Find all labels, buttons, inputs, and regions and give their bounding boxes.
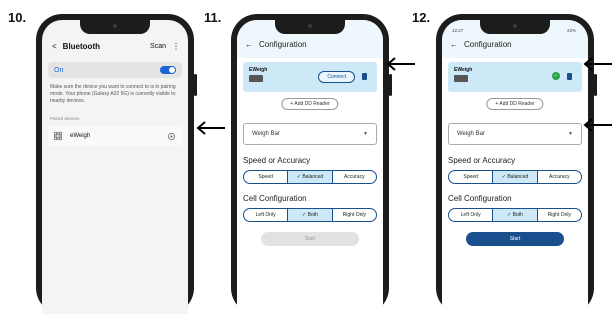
pairing-message: Make sure the device you want to connect… <box>50 84 176 104</box>
left-only-option[interactable]: Left Only <box>244 209 289 221</box>
cell-heading: Cell Configuration <box>243 194 307 203</box>
cell-segmented-control: Left Only ✓ Both Right Only <box>243 208 377 222</box>
right-only-option[interactable]: Right Only <box>538 209 581 221</box>
speed-option[interactable]: Speed <box>244 171 289 183</box>
arrow-left-icon <box>386 57 416 71</box>
bluetooth-on-label: On <box>54 66 64 74</box>
weigh-bar-select[interactable]: Weigh Bar ▼ <box>448 123 582 145</box>
device-card: EWeigh Connect <box>243 62 377 92</box>
chevron-down-icon: ▼ <box>363 131 368 137</box>
paired-devices-label: Paired devices <box>50 116 80 121</box>
back-icon[interactable]: < <box>52 42 57 51</box>
page-title: ← Configuration <box>245 40 307 49</box>
arrow-left-icon <box>583 57 613 71</box>
page-title: ← Configuration <box>450 40 512 49</box>
accuracy-option[interactable]: Accuracy <box>333 171 376 183</box>
left-only-option[interactable]: Left Only <box>449 209 494 221</box>
page-title-text: Configuration <box>259 40 307 49</box>
device-image <box>249 75 263 82</box>
camera-notch <box>480 20 550 34</box>
grid-icon <box>54 132 62 140</box>
bluetooth-header: < Bluetooth Scan ⋮ <box>52 42 180 51</box>
speed-segmented-control: Speed ✓ Balanced Accuracy <box>448 170 582 184</box>
phone-bluetooth: < Bluetooth Scan ⋮ On Make sure the devi… <box>36 14 197 314</box>
balanced-option[interactable]: ✓ Balanced <box>493 171 538 183</box>
status-time: 12:27 <box>452 28 464 33</box>
camera-notch <box>275 20 345 34</box>
trash-icon[interactable] <box>362 73 367 80</box>
start-button[interactable]: Start <box>261 232 359 246</box>
cell-heading: Cell Configuration <box>448 194 512 203</box>
camera-notch <box>80 20 150 34</box>
speed-heading: Speed or Accuracy <box>243 156 311 165</box>
accuracy-option[interactable]: Accuracy <box>538 171 581 183</box>
weigh-bar-select[interactable]: Weigh Bar ▼ <box>243 123 377 145</box>
arrow-left-icon <box>583 118 613 132</box>
gear-icon[interactable] <box>167 132 176 141</box>
more-icon[interactable]: ⋮ <box>172 42 180 51</box>
both-option[interactable]: ✓ Both <box>288 209 333 221</box>
phone-configuration-connect: ← Configuration EWeigh Connect + Add DD … <box>231 14 392 314</box>
add-dd-reader-button[interactable]: + Add DD Reader <box>486 98 544 110</box>
weigh-bar-label: Weigh Bar <box>252 131 280 137</box>
add-dd-reader-button[interactable]: + Add DD Reader <box>281 98 339 110</box>
back-arrow-icon[interactable]: ← <box>245 40 253 49</box>
trash-icon[interactable] <box>567 73 572 80</box>
bluetooth-title: Bluetooth <box>62 42 100 51</box>
weigh-bar-label: Weigh Bar <box>457 131 485 137</box>
right-only-option[interactable]: Right Only <box>333 209 376 221</box>
back-arrow-icon[interactable]: ← <box>450 40 458 49</box>
bluetooth-screen: < Bluetooth Scan ⋮ On Make sure the devi… <box>42 20 188 314</box>
phone-configuration-connected: 12:27 22% ← Configuration EWeigh ✓ + Add… <box>436 14 597 314</box>
cell-segmented-control: Left Only ✓ Both Right Only <box>448 208 582 222</box>
both-option[interactable]: ✓ Both <box>493 209 538 221</box>
balanced-option[interactable]: ✓ Balanced <box>288 171 333 183</box>
paired-device-eweigh[interactable]: eWeigh <box>48 126 182 146</box>
device-card: EWeigh ✓ <box>448 62 582 92</box>
step-label-11: 11. <box>204 10 222 25</box>
configuration-screen: 12:27 22% ← Configuration EWeigh ✓ + Add… <box>442 20 588 314</box>
page-title-text: Configuration <box>464 40 512 49</box>
device-name: EWeigh <box>249 67 268 73</box>
step-label-12: 12. <box>412 10 431 25</box>
start-button[interactable]: Start <box>466 232 564 246</box>
check-icon: ✓ <box>552 72 560 80</box>
device-image <box>454 75 468 82</box>
bluetooth-toggle[interactable] <box>160 66 176 74</box>
connect-button[interactable]: Connect <box>318 71 355 83</box>
scan-button[interactable]: Scan <box>150 43 166 50</box>
configuration-screen: ← Configuration EWeigh Connect + Add DD … <box>237 20 383 314</box>
device-name: eWeigh <box>70 133 91 139</box>
step-label-10: 10. <box>8 10 27 25</box>
speed-heading: Speed or Accuracy <box>448 156 516 165</box>
arrow-left-icon <box>196 121 226 135</box>
chevron-down-icon: ▼ <box>568 131 573 137</box>
speed-option[interactable]: Speed <box>449 171 494 183</box>
device-name: EWeigh <box>454 67 473 73</box>
bluetooth-on-row[interactable]: On <box>48 62 182 78</box>
status-battery: 22% <box>566 28 576 33</box>
speed-segmented-control: Speed ✓ Balanced Accuracy <box>243 170 377 184</box>
